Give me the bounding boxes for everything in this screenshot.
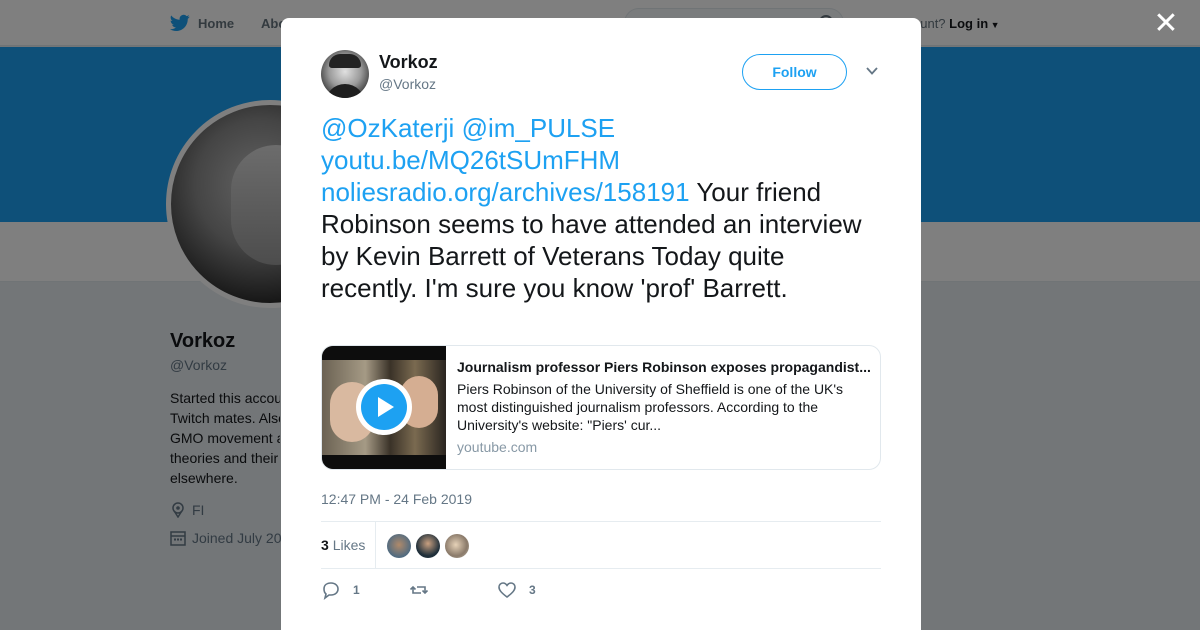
tweet-timestamp[interactable]: 12:47 PM - 24 Feb 2019: [321, 491, 472, 507]
like-count: 3: [529, 583, 536, 597]
link-preview-card[interactable]: Journalism professor Piers Robinson expo…: [321, 345, 881, 470]
play-triangle: [378, 397, 394, 417]
stats-divider: [375, 522, 376, 569]
play-icon[interactable]: [356, 379, 412, 435]
url-link[interactable]: youtu.be/MQ26tSUmFHM: [321, 145, 620, 175]
liker-avatar[interactable]: [387, 534, 411, 558]
close-icon[interactable]: ✕: [1150, 8, 1182, 40]
heart-icon: [498, 582, 516, 599]
liker-avatar[interactable]: [445, 534, 469, 558]
chevron-down-icon[interactable]: [865, 64, 879, 78]
likes-stat[interactable]: 3 Likes: [321, 537, 365, 553]
mention-link[interactable]: @im_PULSE: [462, 113, 616, 143]
retweet-icon: [409, 585, 429, 595]
like-button[interactable]: 3: [497, 580, 585, 600]
tweet-stats: 3 Likes: [321, 521, 881, 569]
card-body: Journalism professor Piers Robinson expo…: [457, 358, 872, 455]
tweet-modal: Vorkoz @Vorkoz Follow @OzKaterji @im_PUL…: [281, 18, 921, 630]
tweet-text: @OzKaterji @im_PULSE youtu.be/MQ26tSUmFH…: [321, 112, 881, 304]
reply-count: 1: [353, 583, 360, 597]
tweet-actions: 1 3: [321, 580, 585, 600]
play-circle: [361, 384, 407, 430]
thumb-letterbox: [322, 455, 446, 469]
thumb-letterbox: [322, 346, 446, 360]
follow-button[interactable]: Follow: [742, 54, 847, 90]
reply-button[interactable]: 1: [321, 580, 409, 600]
avatar-suit-shape: [325, 84, 365, 98]
likers-avatars: [387, 534, 469, 558]
mention-link[interactable]: @OzKaterji: [321, 113, 454, 143]
url-link[interactable]: noliesradio.org/archives/158191: [321, 177, 690, 207]
likes-label: Likes: [332, 537, 366, 553]
reply-icon: [323, 582, 339, 600]
author-name[interactable]: Vorkoz: [379, 52, 438, 73]
card-title: Journalism professor Piers Robinson expo…: [457, 359, 871, 375]
video-thumbnail[interactable]: [322, 346, 446, 469]
card-description: Piers Robinson of the University of Shef…: [457, 381, 844, 433]
retweet-button[interactable]: [409, 580, 497, 600]
likes-count: 3: [321, 537, 329, 553]
author-avatar[interactable]: [321, 50, 369, 98]
liker-avatar[interactable]: [416, 534, 440, 558]
card-domain: youtube.com: [457, 439, 538, 455]
avatar-hair-shape: [329, 54, 361, 68]
author-handle[interactable]: @Vorkoz: [379, 76, 436, 92]
